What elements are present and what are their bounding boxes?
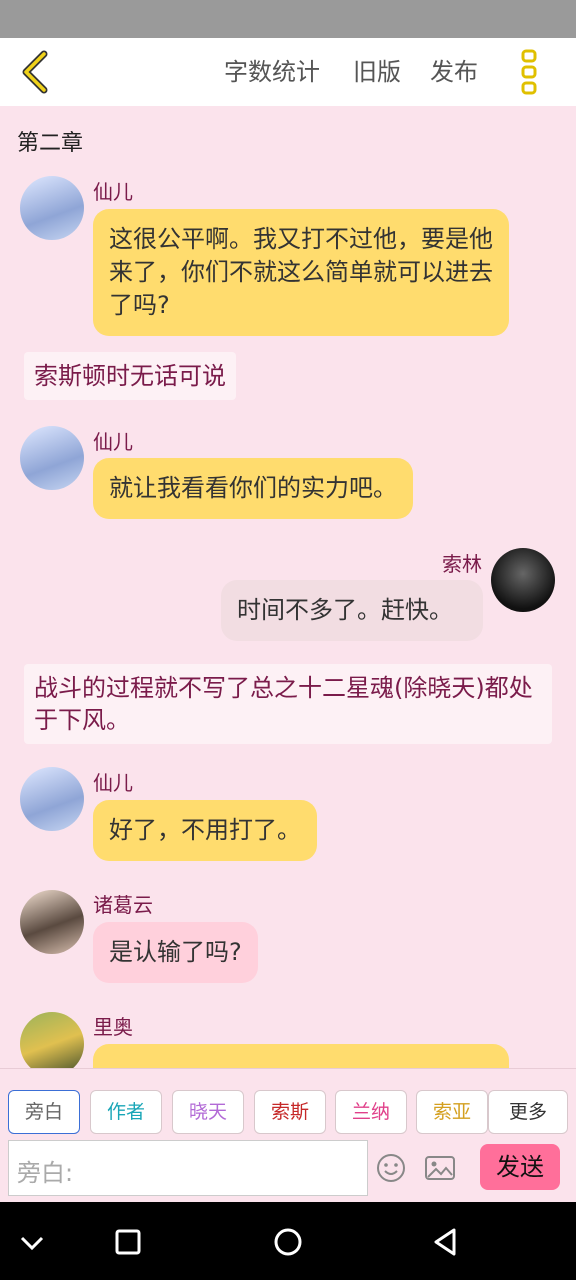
back-icon[interactable] [18,50,58,94]
avatar[interactable] [20,1012,84,1068]
chat-area[interactable]: 第二章 仙儿 这很公平啊。我又打不过他，要是他来了，你们不就这么简单就可以进去了… [0,106,576,1068]
message-bubble[interactable]: 好了，不用打了。 [93,800,317,861]
sender-name: 仙儿 [93,180,133,204]
home-icon[interactable] [270,1224,306,1260]
avatar[interactable] [20,767,84,831]
role-button-xiaotian[interactable]: 晓天 [172,1090,244,1134]
message-bubble[interactable]: 就让我看看你们的实力吧。 [93,458,413,519]
narration-text[interactable]: 索斯顿时无话可说 [24,352,236,400]
role-button-lanna[interactable]: 兰纳 [335,1090,407,1134]
narration-text[interactable]: 战斗的过程就不写了总之十二星魂(除晓天)都处于下风。 [24,664,552,744]
sender-name: 诸葛云 [93,893,153,917]
role-button-narrator[interactable]: 旁白 [8,1090,80,1134]
image-icon[interactable] [424,1155,456,1181]
input-placeholder: 旁白: [17,1159,74,1187]
avatar[interactable] [491,548,555,612]
system-nav-bar [0,1202,576,1280]
publish-button[interactable]: 发布 [430,58,478,86]
old-version-button[interactable]: 旧版 [353,58,401,86]
message-bubble[interactable]: 这很公平啊。我又打不过他，要是他来了，你们不就这么简单就可以进去了吗? [93,209,509,336]
sender-name: 里奥 [93,1015,133,1039]
sender-name: 仙儿 [93,771,133,795]
message-input[interactable]: 旁白: [8,1140,368,1196]
role-label: 晓天 [188,1101,227,1123]
role-button-suoya[interactable]: 索亚 [416,1090,488,1134]
role-label: 兰纳 [351,1101,390,1123]
top-bar: 字数统计 旧版 发布 [0,38,576,106]
message-bubble[interactable]: 时间不多了。赶快。 [221,580,483,641]
role-button-more[interactable]: 更多 [488,1090,568,1134]
role-label: 作者 [106,1101,145,1123]
role-label: 索亚 [432,1101,471,1123]
emoji-icon[interactable] [376,1153,406,1183]
recent-apps-icon[interactable] [110,1224,146,1260]
message-bubble[interactable]: 是认输了吗? [93,922,258,983]
role-label: 索斯 [270,1101,309,1123]
back-nav-icon[interactable] [428,1224,464,1260]
avatar[interactable] [20,176,84,240]
word-count-button[interactable]: 字数统计 [224,58,320,86]
more-options-icon[interactable] [520,48,540,96]
status-bar [0,0,576,38]
sender-name: 索林 [442,552,482,576]
role-label: 旁白 [24,1101,63,1123]
avatar[interactable] [20,890,84,954]
composer-panel: 旁白 作者 晓天 索斯 兰纳 索亚 更多 旁白: 发送 [0,1068,576,1203]
sender-name: 仙儿 [93,430,133,454]
role-button-author[interactable]: 作者 [90,1090,162,1134]
send-button[interactable]: 发送 [480,1144,560,1190]
role-label: 更多 [508,1101,547,1123]
avatar[interactable] [20,426,84,490]
collapse-icon[interactable] [14,1224,50,1260]
chapter-title: 第二章 [17,131,84,156]
role-button-suosi[interactable]: 索斯 [254,1090,326,1134]
message-bubble[interactable]: … [93,1044,509,1068]
